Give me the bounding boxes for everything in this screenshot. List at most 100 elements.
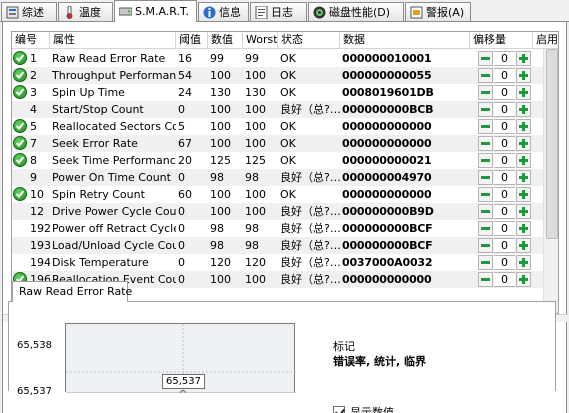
decrement-button[interactable]	[478, 170, 493, 185]
table-row[interactable]: 3 Spin Up Time 24 130 130 OK 0008019601DB 0	[12, 84, 543, 101]
checkbox-box[interactable]	[333, 406, 345, 413]
tab-temperature[interactable]: 温度	[58, 2, 113, 21]
increment-button[interactable]	[516, 204, 531, 219]
decrement-button[interactable]	[478, 85, 493, 100]
tab-disk-performance[interactable]: 磁盘性能(D)	[308, 2, 404, 21]
offset-value[interactable]: 0	[494, 170, 515, 185]
tab-alerts[interactable]: 警报(A)	[405, 2, 471, 21]
increment-button[interactable]	[516, 170, 531, 185]
show-values-checkbox[interactable]: 显示数值	[333, 404, 394, 413]
cell-id: 4	[30, 103, 37, 116]
offset-value[interactable]: 0	[494, 136, 515, 151]
table-row[interactable]: 8 Seek Time Performance 20 125 125 OK 00000000…	[12, 152, 543, 169]
offset-stepper[interactable]: 0	[478, 204, 531, 219]
increment-button[interactable]	[516, 136, 531, 151]
offset-value[interactable]: 0	[494, 238, 515, 253]
increment-button[interactable]	[516, 119, 531, 134]
table-row[interactable]: 5Reallocated Sectors Co…5100100OK0000000…	[12, 118, 543, 135]
cell-value: 98	[210, 171, 224, 184]
decrement-button[interactable]	[478, 102, 493, 117]
table-row[interactable]: 4 Start/Stop Count 0 100 100 良好（总?… 000000000B…	[12, 101, 543, 118]
offset-value[interactable]: 0	[494, 68, 515, 83]
tab-log[interactable]: 日志	[250, 2, 307, 21]
increment-button[interactable]	[516, 153, 531, 168]
tab-summary[interactable]: 综述	[1, 2, 57, 21]
column-header-data[interactable]: 数据	[340, 32, 470, 49]
column-header-status[interactable]: 状态	[278, 32, 340, 49]
decrement-button[interactable]	[478, 272, 493, 287]
offset-value[interactable]: 0	[494, 204, 515, 219]
column-header-threshold[interactable]: 阈值	[176, 32, 208, 49]
increment-button[interactable]	[516, 221, 531, 236]
table-row[interactable]: 9 Power On Time Count 0 98 98 良好（总?… 000000004…	[12, 169, 543, 186]
decrement-button[interactable]	[478, 153, 493, 168]
offset-stepper[interactable]: 0	[478, 68, 531, 83]
offset-value[interactable]: 0	[494, 187, 515, 202]
column-header-worst[interactable]: Worst	[243, 32, 278, 49]
tab-smart[interactable]: S.M.A.R.T.	[114, 0, 197, 22]
offset-value[interactable]: 0	[494, 102, 515, 117]
decrement-button[interactable]	[478, 51, 493, 66]
increment-button[interactable]	[516, 85, 531, 100]
offset-value[interactable]: 0	[494, 221, 515, 236]
scrollbar-thumb[interactable]	[546, 49, 558, 239]
offset-value[interactable]: 0	[494, 272, 515, 287]
increment-button[interactable]	[516, 272, 531, 287]
info-icon	[203, 6, 216, 19]
offset-value[interactable]: 0	[494, 153, 515, 168]
offset-stepper[interactable]: 0	[478, 221, 531, 236]
cell-worst: 98	[245, 171, 259, 184]
decrement-button[interactable]	[478, 136, 493, 151]
tab-raw-read-error-rate[interactable]: Raw Read Error Rate	[12, 281, 132, 302]
offset-value[interactable]: 0	[494, 119, 515, 134]
table-row[interactable]: 2 Throughput Performance 54 100 100 OK 0000000…	[12, 67, 543, 84]
cell-threshold: 0	[178, 103, 185, 116]
increment-button[interactable]	[516, 51, 531, 66]
decrement-button[interactable]	[478, 119, 493, 134]
offset-stepper[interactable]: 0	[478, 170, 531, 185]
table-row[interactable]: 1 Raw Read Error Rate 16 99 99 OK 000000010001…	[12, 50, 543, 67]
offset-stepper[interactable]: 0	[478, 272, 531, 287]
offset-stepper[interactable]: 0	[478, 238, 531, 253]
offset-value[interactable]: 0	[494, 255, 515, 270]
column-header-value[interactable]: 数值	[208, 32, 243, 49]
data-point[interactable]	[180, 390, 186, 396]
table-row[interactable]: 12 Drive Power Cycle Count 0 100 100 良好（总?… 00…	[12, 203, 543, 220]
offset-stepper[interactable]: 0	[478, 102, 531, 117]
column-header-attribute[interactable]: 属性	[50, 32, 176, 49]
tab-info[interactable]: 信息	[198, 2, 249, 21]
offset-stepper[interactable]: 0	[478, 153, 531, 168]
column-header-offset[interactable]: 偏移量	[470, 32, 533, 49]
table-row[interactable]: 7 Seek Error Rate 67 100 100 OK 000000000000 0	[12, 135, 543, 152]
table-row[interactable]: 10 Spin Retry Count 60 100 100 OK 000000000000…	[12, 186, 543, 203]
cell-threshold: 5	[178, 120, 185, 133]
offset-value[interactable]: 0	[494, 85, 515, 100]
decrement-button[interactable]	[478, 187, 493, 202]
table-row[interactable]: 194 Disk Temperature 0 120 120 良好（总?… 0037000A…	[12, 254, 543, 271]
cell-id: 194	[30, 256, 50, 269]
offset-stepper[interactable]: 0	[478, 119, 531, 134]
decrement-button[interactable]	[478, 68, 493, 83]
decrement-button[interactable]	[478, 221, 493, 236]
offset-stepper[interactable]: 0	[478, 187, 531, 202]
offset-stepper[interactable]: 0	[478, 51, 531, 66]
increment-button[interactable]	[516, 68, 531, 83]
table-vertical-scrollbar[interactable]	[543, 49, 558, 313]
column-header-enabled[interactable]: 启用	[533, 32, 558, 49]
increment-button[interactable]	[516, 102, 531, 117]
increment-button[interactable]	[516, 238, 531, 253]
offset-stepper[interactable]: 0	[478, 255, 531, 270]
offset-stepper[interactable]: 0	[478, 85, 531, 100]
y-axis-tick-mid: 65,537	[17, 386, 52, 397]
decrement-button[interactable]	[478, 255, 493, 270]
decrement-button[interactable]	[478, 238, 493, 253]
decrement-button[interactable]	[478, 204, 493, 219]
table-row[interactable]: 192Power off Retract Cycle …09898良好（总?…0…	[12, 220, 543, 237]
column-header-id[interactable]: 编号	[12, 32, 50, 49]
table-row[interactable]: 193Load/Unload Cycle Cou…09898良好（总?…0000…	[12, 237, 543, 254]
offset-stepper[interactable]: 0	[478, 136, 531, 151]
increment-button[interactable]	[516, 255, 531, 270]
increment-button[interactable]	[516, 187, 531, 202]
offset-value[interactable]: 0	[494, 51, 515, 66]
cell-attribute: Raw Read Error Rate	[52, 52, 166, 65]
